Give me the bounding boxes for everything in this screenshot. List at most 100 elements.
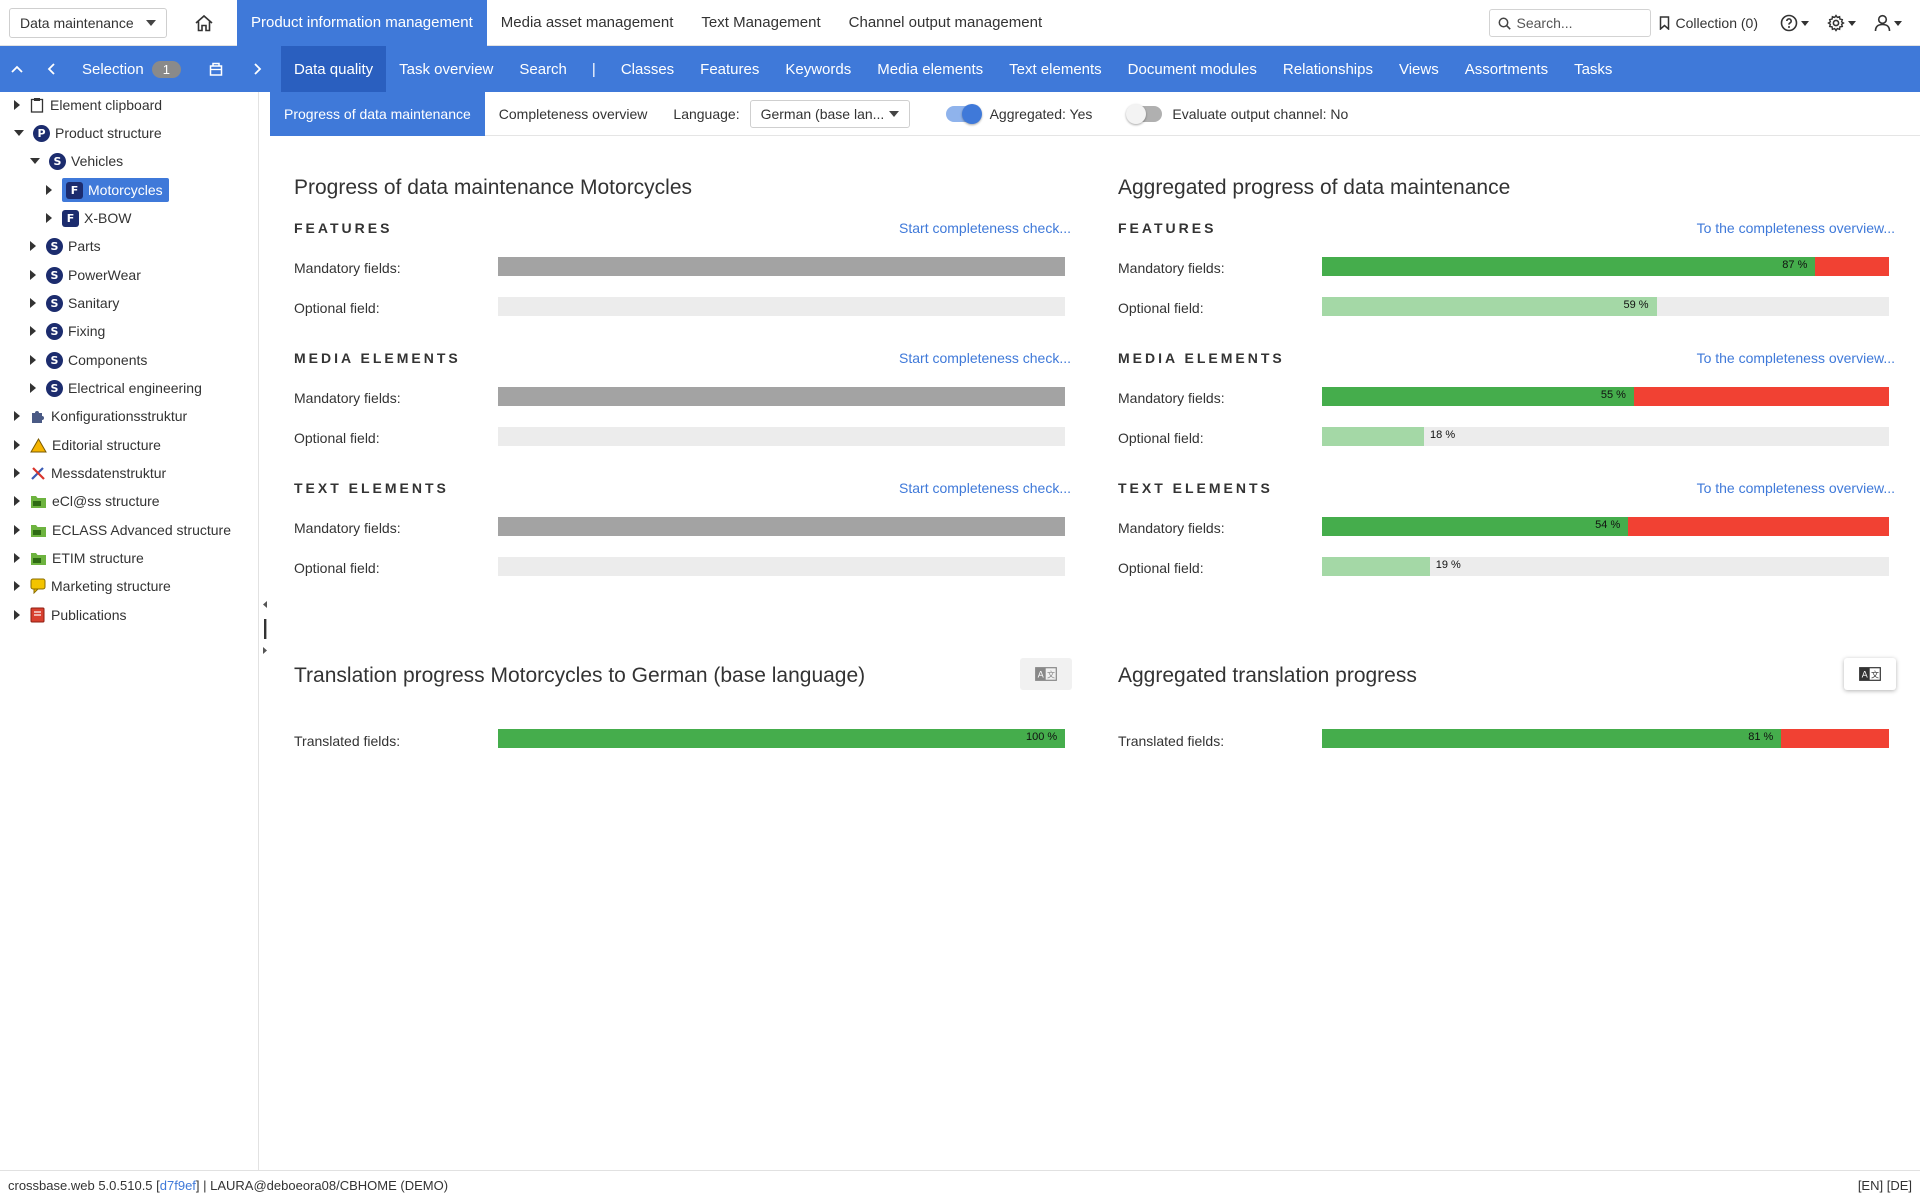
selection-indicator[interactable]: Selection 1	[82, 60, 181, 78]
nav-search[interactable]: Search	[506, 46, 580, 92]
to-completeness-overview-text-link[interactable]: To the completeness overview...	[1697, 480, 1895, 496]
clipboard-button[interactable]	[199, 46, 233, 92]
tab-product-information-management[interactable]: Product information management	[237, 0, 487, 46]
expand-arrow-icon[interactable]	[46, 213, 52, 223]
tree-item-editorial-structure[interactable]: Editorial structure	[14, 433, 161, 457]
percent-label: 87 %	[1782, 259, 1808, 271]
tree-item-fixing[interactable]: S Fixing	[30, 319, 105, 343]
selected-node[interactable]: F Motorcycles	[62, 178, 169, 202]
to-completeness-overview-features-link[interactable]: To the completeness overview...	[1697, 220, 1895, 236]
module-select[interactable]: Data maintenance	[9, 7, 167, 38]
collapse-arrow-icon[interactable]	[30, 158, 40, 164]
tree-item-sanitary[interactable]: S Sanitary	[30, 291, 119, 315]
expand-arrow-icon[interactable]	[14, 525, 20, 535]
nav-task-overview[interactable]: Task overview	[386, 46, 506, 92]
nav-forward-button[interactable]	[241, 46, 275, 92]
media-mandatory-label: Mandatory fields:	[294, 390, 401, 406]
tree-item-element-clipboard[interactable]: Element clipboard	[14, 93, 162, 117]
start-completeness-check-text-link[interactable]: Start completeness check...	[899, 480, 1071, 496]
tree-item-product-structure[interactable]: P Product structure	[14, 121, 162, 145]
home-button[interactable]	[179, 0, 229, 46]
nav-document-modules[interactable]: Document modules	[1115, 46, 1270, 92]
commit-link[interactable]: d7f9ef	[160, 1178, 196, 1193]
tab-media-asset-management[interactable]: Media asset management	[487, 0, 688, 46]
tree-item-eclass-advanced-structure[interactable]: ECLASS Advanced structure	[14, 518, 231, 542]
start-completeness-check-media-link[interactable]: Start completeness check...	[899, 350, 1071, 366]
sidebar-splitter[interactable]	[260, 595, 270, 655]
expand-arrow-icon[interactable]	[14, 496, 20, 506]
expand-arrow-icon[interactable]	[46, 185, 52, 195]
expand-arrow-icon[interactable]	[14, 468, 20, 478]
tree-item-etim-structure[interactable]: ETIM structure	[14, 546, 144, 570]
tree-item-x-bow[interactable]: F X-BOW	[46, 206, 131, 230]
nav-data-quality[interactable]: Data quality	[280, 46, 387, 92]
tab-text-management[interactable]: Text Management	[687, 0, 834, 46]
translation-settings-button[interactable]: A文	[1020, 658, 1072, 690]
expand-arrow-icon[interactable]	[30, 241, 36, 251]
expand-arrow-icon[interactable]	[14, 581, 20, 591]
nav-keywords[interactable]: Keywords	[772, 46, 864, 92]
chevron-down-icon	[1801, 20, 1809, 26]
expand-arrow-icon[interactable]	[30, 383, 36, 393]
nav-relationships[interactable]: Relationships	[1270, 46, 1386, 92]
tree-item-parts[interactable]: S Parts	[30, 234, 101, 258]
tree-item-label: eCl@ss structure	[52, 493, 160, 509]
expand-arrow-icon[interactable]	[14, 440, 20, 450]
expand-arrow-icon[interactable]	[30, 270, 36, 280]
features-optional-bar	[498, 297, 1065, 316]
percent-label: 18 %	[1430, 429, 1456, 441]
gear-icon	[1827, 14, 1845, 32]
book-icon	[30, 607, 45, 623]
expand-arrow-icon[interactable]	[30, 355, 36, 365]
nav-back-button[interactable]	[34, 46, 68, 92]
tree-item-konfigurationsstruktur[interactable]: Konfigurationsstruktur	[14, 404, 187, 428]
user-menu-button[interactable]	[1874, 14, 1902, 32]
user-info: ] | LAURA@deboeora08/CBHOME (DEMO)	[195, 1178, 449, 1193]
completed-portion	[1322, 257, 1816, 276]
tree-item-motorcycles[interactable]: F Motorcycles	[46, 178, 169, 202]
language-switcher[interactable]: [EN] [DE]	[1858, 1178, 1912, 1193]
tree-item-messdatenstruktur[interactable]: Messdatenstruktur	[14, 461, 166, 485]
settings-menu-button[interactable]	[1827, 14, 1856, 32]
expand-arrow-icon[interactable]	[30, 298, 36, 308]
svg-text:A: A	[1038, 671, 1045, 681]
tree-item-vehicles[interactable]: S Vehicles	[30, 149, 123, 173]
expand-arrow-icon[interactable]	[14, 411, 20, 421]
nav-text-elements[interactable]: Text elements	[996, 46, 1115, 92]
chevron-down-icon	[1848, 20, 1856, 26]
nav-tasks[interactable]: Tasks	[1561, 46, 1625, 92]
nav-classes[interactable]: Classes	[608, 46, 687, 92]
expand-arrow-icon[interactable]	[14, 100, 20, 110]
search-input[interactable]: Search...	[1488, 9, 1651, 37]
features-mandatory-bar	[498, 257, 1065, 276]
tab-channel-output-management[interactable]: Channel output management	[835, 0, 1056, 46]
structure-s-icon: S	[46, 351, 63, 369]
expand-arrow-icon[interactable]	[30, 326, 36, 336]
collection-button[interactable]: Collection (0)	[1659, 15, 1758, 31]
tree-item-label: X-BOW	[84, 210, 132, 226]
text-mandatory-label: Mandatory fields:	[294, 520, 401, 536]
tree-item-publications[interactable]: Publications	[14, 603, 127, 627]
tree-item-label: PowerWear	[68, 267, 141, 283]
expand-arrow-icon[interactable]	[14, 610, 20, 620]
tree-item-marketing-structure[interactable]: Marketing structure	[14, 574, 171, 598]
nav-views[interactable]: Views	[1386, 46, 1452, 92]
warning-triangle-icon	[30, 437, 47, 452]
help-menu-button[interactable]	[1780, 14, 1809, 32]
to-completeness-overview-media-link[interactable]: To the completeness overview...	[1697, 350, 1895, 366]
progress-panel-element: Progress of data maintenance Motorcycles…	[270, 92, 1072, 892]
collapse-arrow-icon[interactable]	[14, 130, 24, 136]
aggregated-translation-settings-button[interactable]: A文	[1844, 658, 1896, 690]
nav-assortments[interactable]: Assortments	[1452, 46, 1561, 92]
start-completeness-check-features-link[interactable]: Start completeness check...	[899, 220, 1071, 236]
collapse-up-button[interactable]	[0, 46, 34, 92]
progress-panel-title: Progress of data maintenance Motorcycles	[294, 176, 693, 199]
tree-item-eclass-structure[interactable]: eCl@ss structure	[14, 489, 160, 513]
tree-item-components[interactable]: S Components	[30, 348, 147, 372]
nav-features[interactable]: Features	[687, 46, 772, 92]
expand-arrow-icon[interactable]	[14, 553, 20, 563]
nav-media-elements[interactable]: Media elements	[864, 46, 996, 92]
tree-item-electrical-engineering[interactable]: S Electrical engineering	[30, 376, 202, 400]
section-text-elements-heading: TEXT ELEMENTS	[294, 480, 449, 496]
tree-item-powerwear[interactable]: S PowerWear	[30, 263, 141, 287]
